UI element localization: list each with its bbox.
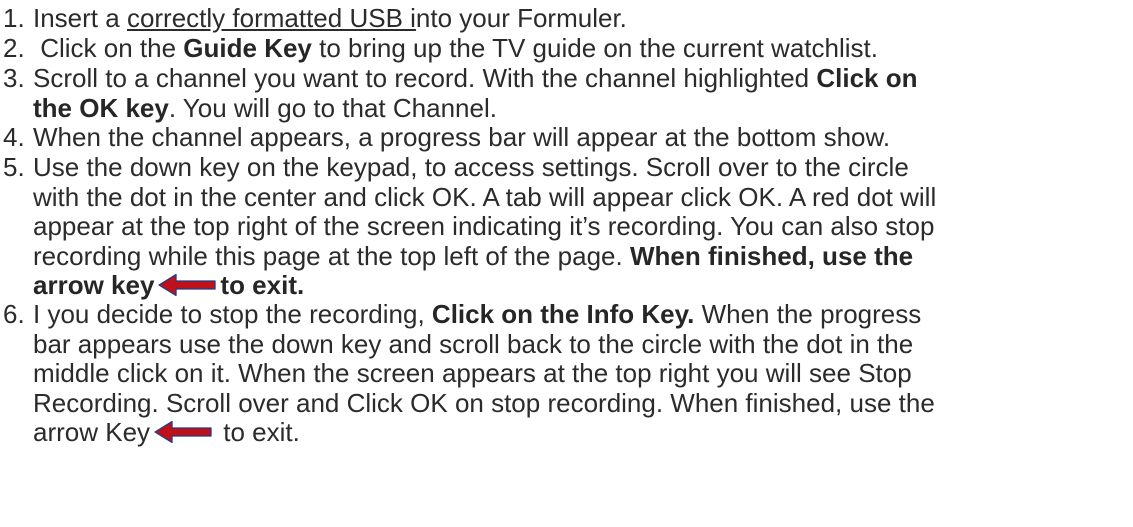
- left-arrow-icon: [154, 420, 212, 444]
- list-item-line: Insert a correctly formatted USB into yo…: [33, 3, 627, 34]
- list-item-number: 1.: [3, 3, 25, 33]
- bold-text: Click on the Info Key.: [431, 299, 695, 329]
- instructions-document: 1. Insert a correctly formatted USB into …: [0, 0, 1133, 527]
- usb-format-link[interactable]: correctly formatted USB i: [127, 3, 416, 33]
- body-text: . You will go to that Channel.: [168, 92, 497, 123]
- bold-text: to exit.: [220, 270, 305, 300]
- body-text: Use the down key on the keypad, to acces…: [33, 152, 909, 182]
- list-item-line: Recording. Scroll over and Click OK on s…: [33, 387, 935, 419]
- list-item-line: Scroll to a channel you want to record. …: [33, 63, 918, 94]
- body-text: When the channel appears, a progress bar…: [33, 122, 891, 152]
- bold-text: When finished, use the: [629, 240, 914, 271]
- list-item-line: the OK key. You will go to that Channel.: [33, 92, 497, 124]
- body-text: Insert a: [33, 3, 127, 33]
- list-item-line: bar appears use the down key and scroll …: [33, 328, 914, 360]
- body-text: Scroll to a channel you want to record. …: [33, 63, 817, 93]
- body-text: Click on the: [33, 33, 184, 63]
- body-text: nto your Formuler.: [415, 3, 627, 33]
- list-item-line: Click on the Guide Key to bring up the T…: [33, 33, 878, 64]
- body-text: I you decide to stop the recording,: [33, 299, 432, 329]
- bold-text: Click on: [816, 63, 918, 93]
- body-text: recording while this page at the top lef…: [33, 240, 630, 271]
- body-text: appear at the top right of the screen in…: [33, 211, 935, 241]
- list-item-line: recording while this page at the top lef…: [33, 240, 914, 272]
- list-item-line: middle click on it. When the screen appe…: [33, 358, 912, 389]
- list-item-line: appear at the top right of the screen in…: [33, 211, 935, 242]
- body-text: bar appears use the down key and scroll …: [33, 328, 914, 359]
- bold-text: the OK key: [33, 92, 169, 123]
- bold-text: Guide Key: [183, 33, 312, 63]
- body-text: to bring up the TV guide on the current …: [311, 33, 878, 63]
- body-text: Recording. Scroll over and Click OK on s…: [33, 387, 935, 418]
- list-item-line: I you decide to stop the recording, Clic…: [33, 299, 922, 330]
- body-text: When the progress: [694, 299, 922, 329]
- list-item-number: 3.: [3, 63, 25, 93]
- list-item-line: Use the down key on the keypad, to acces…: [33, 152, 909, 183]
- body-text: with the dot in the center and click OK.…: [33, 181, 937, 212]
- left-arrow-icon: [158, 273, 217, 297]
- body-text: middle click on it. When the screen appe…: [33, 358, 912, 388]
- list-item-number: 5.: [3, 152, 25, 182]
- list-item-number: 6.: [3, 299, 25, 329]
- list-item-line: When the channel appears, a progress bar…: [33, 122, 891, 153]
- list-item-line: with the dot in the center and click OK.…: [33, 181, 937, 213]
- list-item-number: 4.: [3, 122, 25, 152]
- bold-text: arrow key: [33, 270, 155, 300]
- list-item-line: arrow key to exit.: [33, 270, 305, 301]
- body-text: arrow Key: [33, 417, 151, 447]
- body-text: to exit.: [216, 417, 300, 447]
- list-item-number: 2.: [3, 33, 25, 63]
- list-item-line: arrow Key to exit.: [33, 417, 300, 448]
